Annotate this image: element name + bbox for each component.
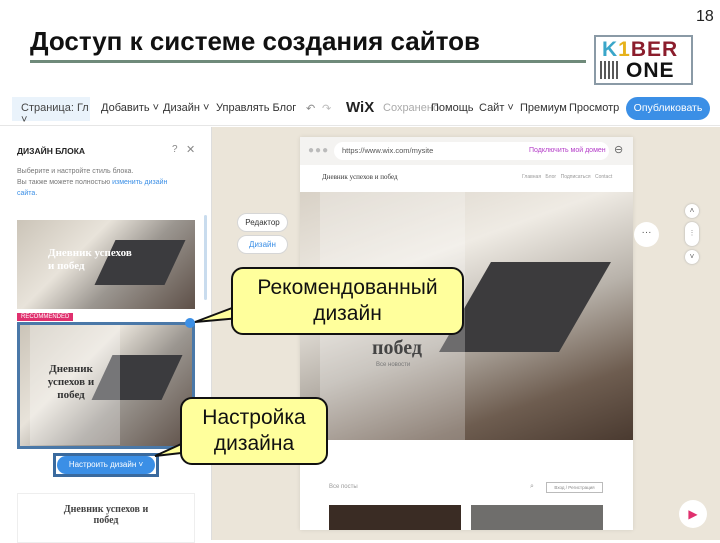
callout-recommended-design: Рекомендованный дизайн [231,267,464,335]
callout-customize-design: Настройка дизайна [180,397,328,465]
